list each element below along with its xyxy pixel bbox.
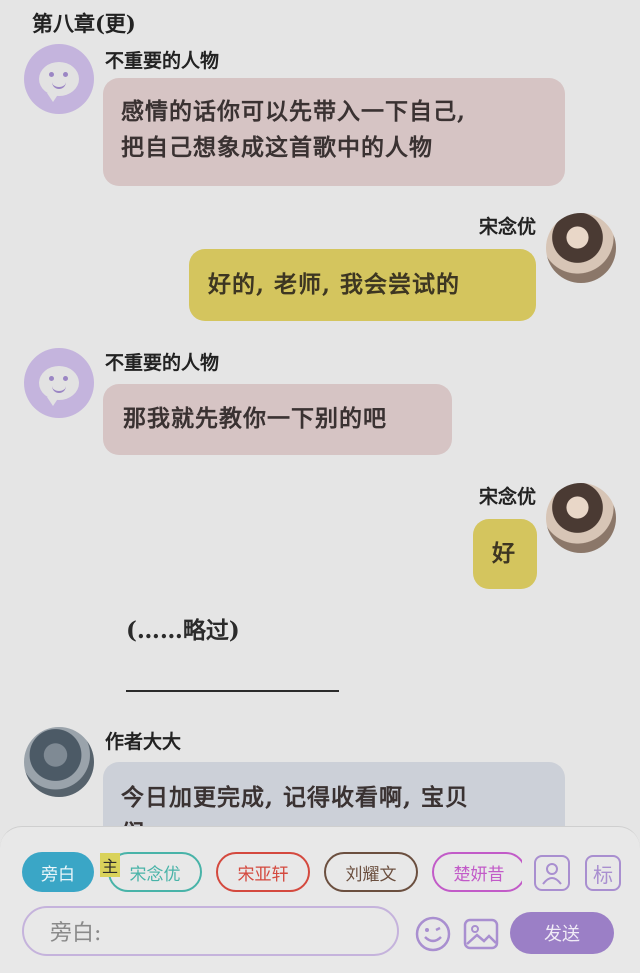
message-bubble[interactable]: 今日加更完成, 记得收看啊, 宝贝 们 xyxy=(103,762,565,826)
message-text-line: 今日加更完成, 记得收看啊, 宝贝 xyxy=(121,784,470,811)
avatar-song-nianyou[interactable] xyxy=(546,483,616,553)
chat-area[interactable]: 不重要的人物 感情的话你可以先带入一下自己, 把自己想象成这首歌中的人物 宋念优… xyxy=(0,0,640,826)
tab-song-nianyou[interactable]: 宋念优 xyxy=(108,852,202,892)
message-text: 那我就先教你一下别的吧 xyxy=(123,405,387,432)
image-icon[interactable] xyxy=(462,915,500,953)
avatar-author[interactable] xyxy=(24,727,94,797)
tag-icon[interactable]: 标 xyxy=(585,855,621,891)
narration-text: (……略过) xyxy=(126,617,240,644)
message-text: 好的, 老师, 我会尝试的 xyxy=(208,271,461,298)
message-bubble[interactable]: 好的, 老师, 我会尝试的 xyxy=(189,249,536,321)
tab-narrator[interactable]: 旁白 xyxy=(22,852,94,892)
message-text-line: 把自己想象成这首歌中的人物 xyxy=(121,134,433,161)
message-input[interactable]: 旁白: xyxy=(22,906,399,956)
tab-chu-yanxi[interactable]: 楚妍昔 xyxy=(432,852,522,892)
speaker-name: 不重要的人物 xyxy=(105,50,220,72)
tab-song-yaxuan[interactable]: 宋亚轩 xyxy=(216,852,310,892)
tab-liu-yaowen[interactable]: 刘耀文 xyxy=(324,852,418,892)
person-icon[interactable] xyxy=(534,855,570,891)
message-bubble[interactable]: 那我就先教你一下别的吧 xyxy=(103,384,452,455)
message-text-line: 感情的话你可以先带入一下自己, xyxy=(121,98,467,125)
avatar-song-nianyou[interactable] xyxy=(546,213,616,283)
speaker-name: 不重要的人物 xyxy=(105,352,220,374)
ghost-icon xyxy=(39,366,79,406)
message-text: 好 xyxy=(492,540,516,567)
character-tabs: 旁白 宋念优 宋亚轩 刘耀文 楚妍昔 xyxy=(22,852,522,894)
speaker-name: 作者大大 xyxy=(105,731,182,753)
speaker-name: 宋念优 xyxy=(478,216,536,238)
main-marker: 主 xyxy=(100,853,120,877)
message-text-line: 们 xyxy=(121,816,547,826)
message-bubble[interactable]: 感情的话你可以先带入一下自己, 把自己想象成这首歌中的人物 xyxy=(103,78,565,186)
send-button[interactable]: 发送 xyxy=(510,912,614,954)
smiley-icon[interactable] xyxy=(414,915,452,953)
ghost-icon xyxy=(39,62,79,102)
avatar-ghost[interactable] xyxy=(24,348,94,418)
message-bubble[interactable]: 好 xyxy=(473,519,537,589)
chapter-title: 第八章(更) xyxy=(32,8,142,38)
divider-line xyxy=(126,690,339,692)
speaker-name: 宋念优 xyxy=(478,486,536,508)
input-placeholder: 旁白: xyxy=(50,921,102,946)
avatar-ghost[interactable] xyxy=(24,44,94,114)
